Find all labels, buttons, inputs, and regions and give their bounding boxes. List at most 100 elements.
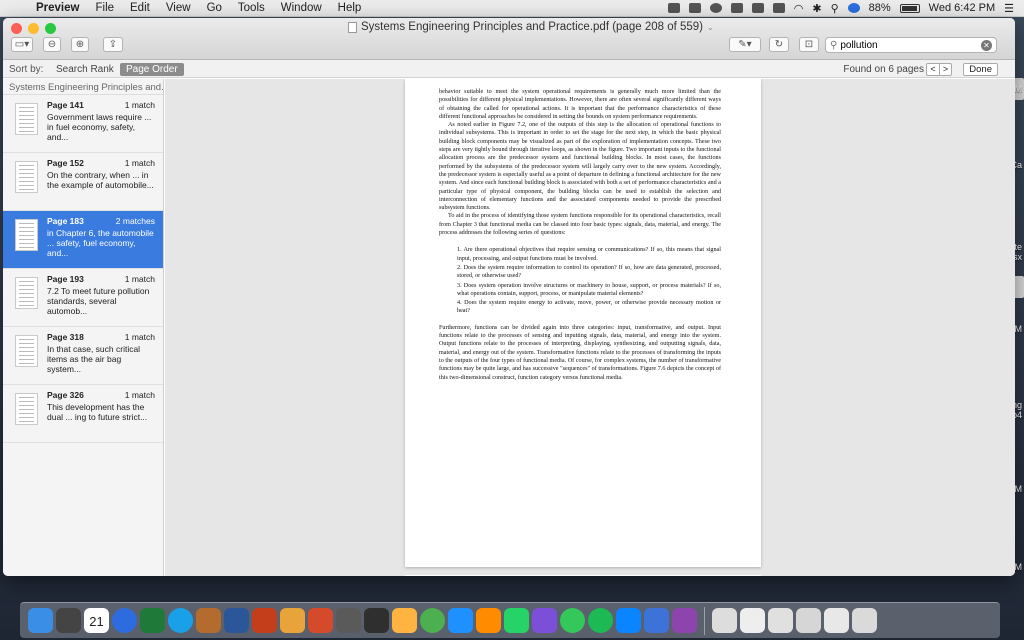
sort-by-label: Sort by: (9, 64, 44, 75)
gmail-icon[interactable] (730, 3, 743, 13)
dock-app-icon[interactable] (420, 608, 445, 633)
page-thumbnail (15, 161, 38, 193)
zoom-in-button[interactable]: ⊕ (71, 37, 89, 52)
document-view[interactable]: behavior suitable to meet the system ope… (165, 79, 1015, 576)
markup-toolbox-button[interactable]: ⊡ (799, 37, 819, 52)
status-app-icon[interactable] (667, 3, 680, 13)
dock-app-icon[interactable] (616, 608, 641, 633)
result-snippet: On the contrary, when ... in the example… (47, 170, 154, 190)
dock-app-icon[interactable] (560, 608, 585, 633)
result-count: 1 match (124, 100, 155, 110)
dock-app-icon[interactable] (644, 608, 669, 633)
paragraph: To aid in the process of identifying tho… (439, 213, 721, 237)
dock-app-icon[interactable] (168, 608, 193, 633)
done-button[interactable]: Done (963, 63, 998, 76)
window-title[interactable]: Systems Engineering Principles and Pract… (348, 21, 714, 33)
menu-window[interactable]: Window (273, 2, 330, 14)
drive-icon[interactable] (751, 3, 764, 13)
dock-app-icon[interactable] (588, 608, 613, 633)
dock-app-icon[interactable] (796, 608, 821, 633)
dock-app-icon[interactable] (712, 608, 737, 633)
dock-app-icon[interactable] (280, 608, 305, 633)
menu-app-name[interactable]: Preview (34, 2, 87, 14)
dock-app-icon[interactable] (196, 608, 221, 633)
dock-app-icon[interactable] (336, 608, 361, 633)
page-thumbnail (15, 393, 38, 425)
search-input[interactable] (840, 39, 971, 51)
dock-app-icon[interactable] (768, 608, 793, 633)
markup-pen-button[interactable]: ✎▾ (729, 37, 761, 52)
menu-go[interactable]: Go (199, 2, 230, 14)
rotate-button[interactable]: ↻ (769, 37, 789, 52)
dropbox-icon[interactable] (688, 3, 701, 13)
result-count: 1 match (124, 332, 155, 342)
result-page: Page 183 (47, 216, 84, 226)
dock-app-icon[interactable] (824, 608, 849, 633)
menu-edit[interactable]: Edit (122, 2, 158, 14)
dock-app-icon[interactable] (308, 608, 333, 633)
question-list: 1. Are there operational objectives that… (457, 246, 721, 315)
previous-result-button[interactable]: < (927, 64, 939, 75)
bluetooth-icon[interactable]: ✱ (812, 2, 821, 15)
dock-app-icon[interactable] (112, 608, 137, 633)
result-count: 2 matches (115, 216, 155, 226)
result-page: Page 193 (47, 274, 84, 284)
spotlight-search-icon[interactable]: ⚲ (831, 2, 839, 15)
airplay-icon[interactable] (772, 3, 785, 13)
menu-tools[interactable]: Tools (230, 2, 273, 14)
search-result-item-selected[interactable]: Page 183 2 matches in Chapter 6, the aut… (3, 211, 163, 269)
dock-app-icon[interactable] (56, 608, 81, 633)
dock-app-icon[interactable] (28, 608, 53, 633)
dock-app-icon[interactable] (140, 608, 165, 633)
result-count: 1 match (124, 390, 155, 400)
clock[interactable]: Wed 6:42 PM (929, 2, 995, 14)
share-button[interactable]: ⇪ (103, 37, 123, 52)
search-results-bar: Sort by: Search Rank Page Order Found on… (3, 60, 1015, 78)
result-snippet: This development has the dual ... ing to… (47, 402, 148, 422)
dock-app-icon[interactable] (532, 608, 557, 633)
search-field[interactable]: ⚲ ✕ (825, 37, 997, 53)
sidebar-toggle-button[interactable]: ▭▾ (11, 37, 33, 52)
list-item: 2. Does the system require information t… (457, 264, 721, 280)
pdf-page[interactable]: behavior suitable to meet the system ope… (405, 79, 761, 567)
notification-center-icon[interactable]: ☰ (1004, 2, 1014, 15)
menu-file[interactable]: File (87, 2, 122, 14)
dock-app-icon[interactable] (672, 608, 697, 633)
siri-icon[interactable] (847, 3, 860, 13)
dock-app-icon[interactable] (224, 608, 249, 633)
menu-view[interactable]: View (158, 2, 199, 14)
page-thumbnail (15, 219, 38, 251)
dock-app-icon[interactable] (392, 608, 417, 633)
dock-app-icon[interactable] (448, 608, 473, 633)
zoom-out-button[interactable]: ⊖ (43, 37, 61, 52)
menu-help[interactable]: Help (330, 2, 370, 14)
dock-app-icon[interactable] (476, 608, 501, 633)
clear-search-icon[interactable]: ✕ (981, 40, 992, 51)
result-snippet: in Chapter 6, the automobile ... safety,… (47, 228, 154, 258)
search-result-item[interactable]: Page 141 1 match Government laws require… (3, 95, 163, 153)
sort-search-rank-button[interactable]: Search Rank (50, 63, 120, 76)
search-result-item[interactable]: Page 152 1 match On the contrary, when .… (3, 153, 163, 211)
close-window-button[interactable] (11, 23, 22, 34)
dock-app-icon[interactable] (504, 608, 529, 633)
dock-app-icon[interactable] (252, 608, 277, 633)
search-result-item[interactable]: Page 326 1 match This development has th… (3, 385, 163, 443)
dock-app-icon[interactable] (852, 608, 877, 633)
battery-percent: 88% (868, 2, 891, 14)
paragraph: As noted earlier in Figure 7.2, one of t… (439, 122, 721, 212)
battery-icon[interactable] (899, 3, 920, 13)
search-result-item[interactable]: Page 193 1 match 7.2 To meet future poll… (3, 269, 163, 327)
minimize-window-button[interactable] (28, 23, 39, 34)
next-pdf-page[interactable] (405, 575, 761, 576)
zoom-window-button[interactable] (45, 23, 56, 34)
sidebar-document-title[interactable]: Systems Engineering Principles and... (3, 79, 163, 95)
next-result-button[interactable]: > (939, 64, 951, 75)
search-result-item[interactable]: Page 318 1 match In that case, such crit… (3, 327, 163, 385)
calendar-dock-icon[interactable]: 21 (84, 608, 109, 633)
status-circle-icon[interactable] (709, 3, 722, 13)
dock-app-icon[interactable] (364, 608, 389, 633)
sort-page-order-button[interactable]: Page Order (120, 63, 184, 76)
wifi-icon[interactable]: ◠ (794, 2, 804, 15)
page-thumbnail (15, 103, 38, 135)
dock-app-icon[interactable] (740, 608, 765, 633)
